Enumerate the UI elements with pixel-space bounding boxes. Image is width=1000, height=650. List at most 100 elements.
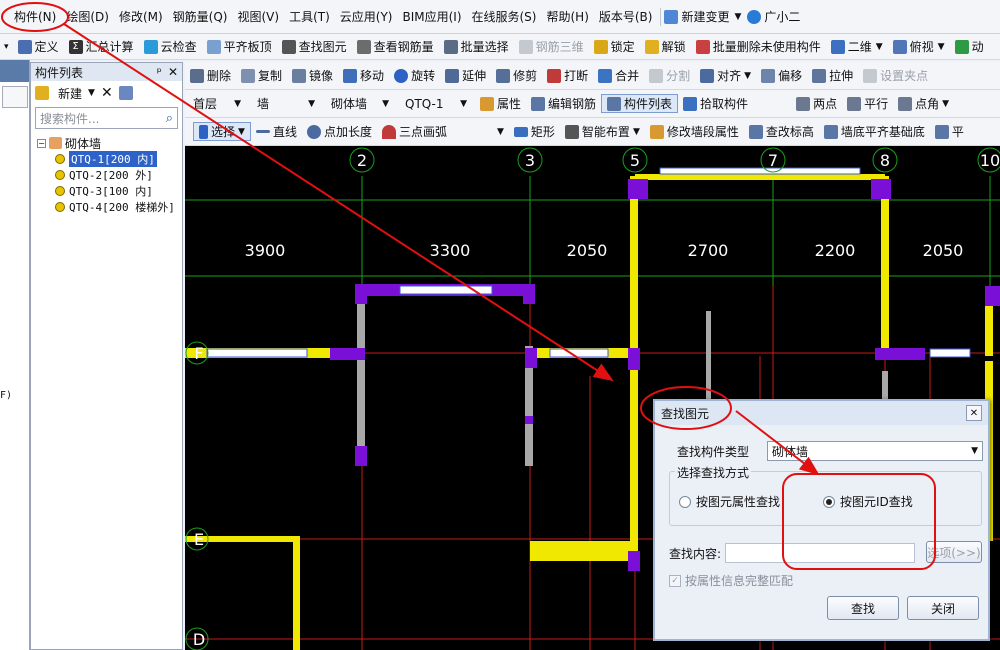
move-button[interactable]: 移动 bbox=[338, 67, 389, 84]
define-button[interactable]: 定义 bbox=[13, 38, 64, 55]
menu-tools[interactable]: 工具(T) bbox=[284, 8, 335, 25]
check-elevation-button[interactable]: 查改标高 bbox=[744, 123, 819, 140]
delete-button[interactable]: 删除 bbox=[185, 67, 236, 84]
component-search-box[interactable]: 搜索构件... ⌕ bbox=[35, 107, 178, 129]
column[interactable] bbox=[355, 284, 367, 304]
component-select[interactable]: QTQ-1 ▼ bbox=[400, 94, 472, 114]
chevron-down-icon[interactable]: ▼ bbox=[88, 88, 95, 98]
menu-modify[interactable]: 修改(M) bbox=[114, 8, 168, 25]
find-element-button[interactable]: 查找图元 bbox=[277, 38, 352, 55]
rectangle-tool-button[interactable]: 矩形 bbox=[509, 123, 560, 140]
tree-item[interactable]: QTQ-4[200 楼梯外] bbox=[55, 199, 182, 215]
type-select[interactable]: 砌体墙 ▼ bbox=[767, 441, 984, 461]
batch-select-button[interactable]: 批量选择 bbox=[439, 38, 514, 55]
column[interactable] bbox=[871, 179, 891, 199]
floor-select[interactable]: 首层 ▼ bbox=[188, 94, 246, 114]
menu-online[interactable]: 在线服务(S) bbox=[467, 8, 542, 25]
trim-button[interactable]: 修剪 bbox=[491, 67, 542, 84]
top-view-dropdown[interactable]: 俯视 ▼ bbox=[888, 38, 950, 55]
new-component-button[interactable]: 新建 bbox=[58, 85, 82, 102]
pin-icon[interactable]: ᵖ bbox=[157, 65, 162, 79]
three-point-arc-dropdown[interactable]: 三点画弧 ▼ bbox=[377, 123, 509, 140]
copy-icon[interactable] bbox=[118, 86, 133, 100]
menu-cloud[interactable]: 云应用(Y) bbox=[335, 8, 398, 25]
line-tool-button[interactable]: 直线 bbox=[251, 123, 302, 140]
menu-draw[interactable]: 绘图(D) bbox=[61, 8, 114, 25]
menu-assistant[interactable]: 广小二 bbox=[764, 8, 805, 25]
column[interactable] bbox=[330, 348, 365, 360]
tree-root[interactable]: − 砌体墙 bbox=[37, 135, 182, 151]
edit-rebar-button[interactable]: 编辑钢筋 bbox=[526, 95, 601, 112]
column[interactable] bbox=[525, 348, 537, 368]
wall-bottom-align-button[interactable]: 墙底平齐基础底 bbox=[819, 123, 930, 140]
tree-item[interactable]: QTQ-1[200 内] bbox=[55, 151, 182, 167]
parallel-button[interactable]: 平行 bbox=[842, 95, 893, 112]
break-button[interactable]: 打断 bbox=[542, 67, 593, 84]
properties-button[interactable]: 属性 bbox=[475, 95, 526, 112]
column[interactable] bbox=[628, 179, 648, 199]
radio-id[interactable] bbox=[823, 495, 835, 508]
window[interactable] bbox=[929, 348, 971, 358]
rebar-3d-button[interactable]: 钢筋三维 bbox=[514, 38, 589, 55]
stretch-button[interactable]: 拉伸 bbox=[807, 67, 858, 84]
cloud-check-button[interactable]: 云检查 bbox=[139, 38, 202, 55]
copy-button[interactable]: 复制 bbox=[236, 67, 287, 84]
menu-new-change[interactable]: 新建变更 bbox=[681, 8, 734, 25]
tree-item[interactable]: QTQ-2[200 外] bbox=[55, 167, 182, 183]
tree-item[interactable]: QTQ-3[100 内] bbox=[55, 183, 182, 199]
column[interactable] bbox=[628, 348, 640, 370]
menu-help[interactable]: 帮助(H) bbox=[541, 8, 593, 25]
wall-segment[interactable] bbox=[293, 536, 300, 650]
radio-attr[interactable] bbox=[679, 495, 691, 508]
close-icon[interactable]: ✕ bbox=[168, 65, 178, 79]
menu-view[interactable]: 视图(V) bbox=[232, 8, 284, 25]
chevron-down-icon[interactable]: ▼ bbox=[735, 12, 742, 22]
align-more-button[interactable]: 平 bbox=[930, 123, 969, 140]
dynamic-observe-button[interactable]: 动 bbox=[950, 38, 989, 55]
offset-button[interactable]: 偏移 bbox=[756, 67, 807, 84]
window[interactable] bbox=[659, 167, 861, 175]
find-button[interactable]: 查找 bbox=[827, 596, 899, 620]
component-list-toggle[interactable]: 构件列表 bbox=[601, 94, 679, 113]
modify-wall-segment-button[interactable]: 修改墙段属性 bbox=[645, 123, 744, 140]
checkbox-icon[interactable]: ✓ bbox=[669, 574, 681, 587]
pick-component-button[interactable]: 拾取构件 bbox=[678, 95, 753, 112]
component-search-input[interactable]: 搜索构件... bbox=[40, 110, 99, 127]
column[interactable] bbox=[523, 284, 535, 304]
select-tool-button[interactable]: 选择 ▼ bbox=[193, 122, 251, 141]
column[interactable] bbox=[985, 286, 1000, 306]
option-attr-row[interactable]: 按图元属性查找 bbox=[679, 493, 780, 510]
two-points-button[interactable]: 两点 bbox=[791, 95, 842, 112]
wall-segment[interactable] bbox=[635, 174, 885, 180]
view-2d-dropdown[interactable]: 二维 ▼ bbox=[826, 38, 888, 55]
wall-segment[interactable] bbox=[530, 541, 635, 561]
window[interactable] bbox=[399, 285, 493, 295]
options-button[interactable]: 选项(>>) bbox=[926, 541, 982, 563]
type-select[interactable]: 砌体墙 ▼ bbox=[326, 94, 394, 114]
extend-button[interactable]: 延伸 bbox=[440, 67, 491, 84]
wall-segment[interactable] bbox=[630, 176, 638, 566]
column[interactable] bbox=[525, 416, 533, 424]
summary-calc-button[interactable]: Σ 汇总计算 bbox=[64, 38, 139, 55]
column[interactable] bbox=[628, 551, 640, 571]
column[interactable] bbox=[875, 348, 925, 360]
close-button[interactable]: 关闭 bbox=[907, 596, 979, 620]
left-nav-box[interactable] bbox=[2, 86, 28, 108]
wall-segment[interactable] bbox=[881, 176, 889, 356]
menu-version[interactable]: 版本号(B) bbox=[594, 8, 658, 25]
window[interactable] bbox=[549, 348, 609, 358]
mirror-button[interactable]: 镜像 bbox=[287, 67, 338, 84]
delete-icon[interactable]: ✕ bbox=[101, 85, 113, 101]
wall-segment[interactable] bbox=[357, 291, 365, 461]
match-row[interactable]: ✓ 按属性信息完整匹配 bbox=[669, 572, 793, 589]
batch-delete-button[interactable]: 批量删除未使用构件 bbox=[691, 38, 826, 55]
option-id-row[interactable]: 按图元ID查找 bbox=[823, 493, 913, 510]
close-icon[interactable]: ✕ bbox=[966, 405, 982, 421]
align-slab-top-button[interactable]: 平齐板顶 bbox=[202, 38, 277, 55]
lock-button[interactable]: 锁定 bbox=[589, 38, 640, 55]
toolbar-overflow-icon[interactable]: ▾ bbox=[0, 42, 13, 52]
menu-component[interactable]: 构件(N) bbox=[0, 8, 61, 25]
set-grip-button[interactable]: 设置夹点 bbox=[858, 67, 933, 84]
smart-layout-dropdown[interactable]: 智能布置 ▼ bbox=[560, 123, 645, 140]
menu-rebar[interactable]: 钢筋量(Q) bbox=[168, 8, 233, 25]
